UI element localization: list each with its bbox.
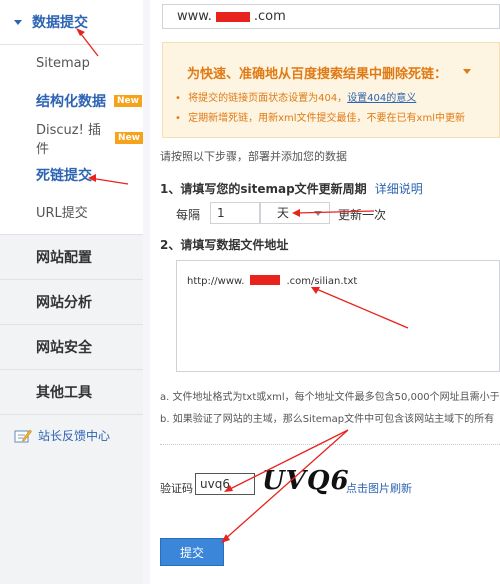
chevron-down-icon xyxy=(14,19,22,25)
frequency-input[interactable]: 1 xyxy=(210,202,260,224)
sidebar-item-label: Sitemap xyxy=(36,56,90,71)
sidebar-item-sitemap[interactable]: Sitemap xyxy=(0,45,143,82)
sidebar-section-label: 网站分析 xyxy=(36,295,92,311)
sidebar-item-label: 结构化数据 xyxy=(36,93,106,110)
every-label: 每隔 xyxy=(176,208,201,222)
notice-item-2: 定期新增死链，用新xml文件提交最佳，不要在已有xml中更新 xyxy=(175,109,465,124)
sidebar-section-site-analysis[interactable]: 网站分析 xyxy=(0,280,143,325)
captcha-image[interactable]: UVQ6 xyxy=(262,466,350,496)
sidebar-section-site-config[interactable]: 网站配置 xyxy=(0,235,143,280)
main-panel: www. .com 为快速、准确地从百度搜索结果中删除死链： 将提交的链接页面状… xyxy=(150,0,500,584)
feedback-label: 站长反馈中心 xyxy=(38,429,111,443)
url-prefix: http://www. xyxy=(187,276,245,287)
step2-heading: 2、请填写数据文件地址 xyxy=(160,238,289,252)
redacted-domain xyxy=(215,11,250,22)
site-suffix: .com xyxy=(253,9,286,24)
divider xyxy=(160,444,500,445)
step1-heading: 1、请填写您的sitemap文件更新周期 详细说明 xyxy=(160,180,423,197)
url-suffix: .com/silian.txt xyxy=(286,276,358,287)
feedback-center-link[interactable]: 站长反馈中心 xyxy=(0,427,143,444)
sidebar-item-url-submit[interactable]: URL提交 xyxy=(0,193,143,230)
site-prefix: www. xyxy=(177,9,212,24)
sidebar-submenu: Sitemap 结构化数据 New Discuz! 插件 New 死链提交 UR… xyxy=(0,45,143,235)
notice-title: 为快速、准确地从百度搜索结果中删除死链： xyxy=(187,67,448,82)
note-a: a. 文件地址格式为txt或xml，每个地址文件最多包含50,000个网址且需小… xyxy=(160,392,500,403)
feedback-edit-icon xyxy=(14,429,32,443)
sidebar-section-site-security[interactable]: 网站安全 xyxy=(0,325,143,370)
notice-box: 为快速、准确地从百度搜索结果中删除死链： 将提交的链接页面状态设置为404，设置… xyxy=(162,42,500,138)
url-value: http://www. .com/silian.txt xyxy=(187,275,357,287)
detail-link[interactable]: 详细说明 xyxy=(375,182,423,196)
sidebar-section-label: 网站配置 xyxy=(36,250,92,266)
site-select[interactable]: www. .com xyxy=(162,4,500,29)
chevron-down-icon xyxy=(314,211,322,216)
captcha-input[interactable]: uvq6 xyxy=(195,473,255,495)
notice-item-1: 将提交的链接页面状态设置为404，设置404的意义 xyxy=(175,89,416,104)
note-b: b. 如果验证了网站的主域，那么Sitemap文件中可包含该网站主域下的所有 xyxy=(160,414,495,425)
captcha-label: 验证码 xyxy=(160,482,193,495)
step1-title: 1、请填写您的sitemap文件更新周期 xyxy=(160,182,367,196)
notice-item-text: 定期新增死链，用新xml文件提交最佳，不要在已有xml中更新 xyxy=(188,113,465,124)
sidebar: 数据提交 Sitemap 结构化数据 New Discuz! 插件 New 死链… xyxy=(0,0,143,584)
sidebar-item-label: Discuz! 插件 xyxy=(36,122,101,157)
sidebar-item-label: 死链提交 xyxy=(36,167,92,184)
frequency-suffix: 更新一次 xyxy=(338,208,387,222)
captcha-refresh-link[interactable]: 点击图片刷新 xyxy=(346,480,412,496)
url-textarea[interactable]: http://www. .com/silian.txt xyxy=(176,260,500,372)
new-badge: New xyxy=(115,131,143,144)
notice-item-text: 将提交的链接页面状态设置为404， xyxy=(188,93,348,104)
redacted-domain xyxy=(250,275,281,285)
sidebar-section-other-tools[interactable]: 其他工具 xyxy=(0,370,143,415)
sidebar-section-label: 数据提交 xyxy=(32,15,88,31)
sidebar-section-label: 网站安全 xyxy=(36,340,92,356)
sidebar-section-label: 其他工具 xyxy=(36,385,92,401)
sidebar-item-discuz-plugin[interactable]: Discuz! 插件 New xyxy=(0,119,143,157)
sidebar-item-label: URL提交 xyxy=(36,206,88,221)
new-badge: New xyxy=(114,94,142,107)
intro-text: 请按照以下步骤，部署并添加您的数据 xyxy=(160,150,347,163)
sidebar-item-dead-link-submit[interactable]: 死链提交 xyxy=(0,156,143,193)
caret-down-icon[interactable] xyxy=(463,69,471,74)
sidebar-section-data-submit[interactable]: 数据提交 xyxy=(0,0,143,45)
notice-404-link[interactable]: 设置404的意义 xyxy=(347,93,416,104)
submit-button[interactable]: 提交 xyxy=(160,538,224,566)
sidebar-item-structured-data[interactable]: 结构化数据 New xyxy=(0,82,143,119)
